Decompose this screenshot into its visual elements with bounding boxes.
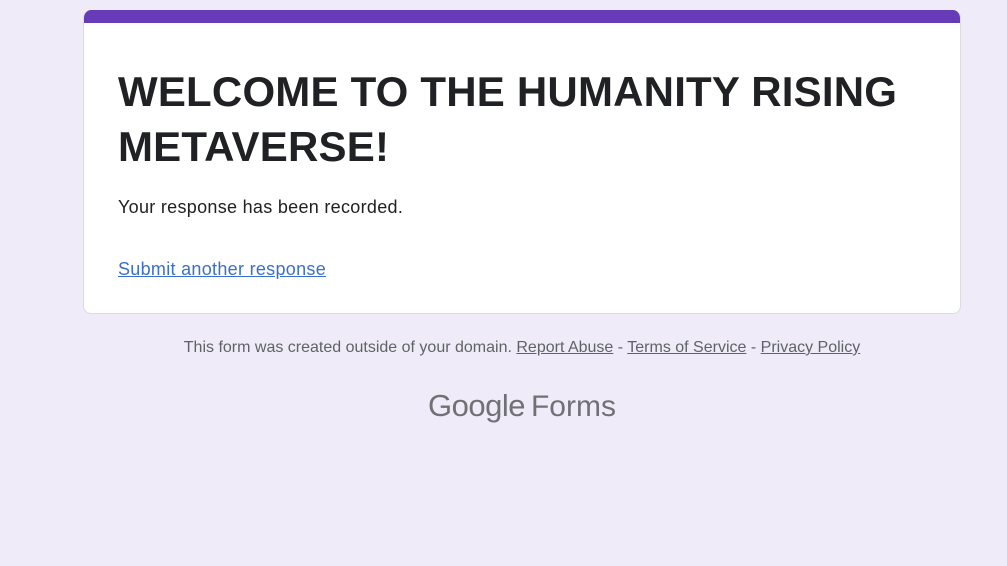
forms-wordmark: Forms — [530, 390, 616, 423]
confirmation-card: WELCOME TO THE HUMANITY RISING METAVERSE… — [83, 10, 961, 314]
footer-separator: - — [750, 339, 757, 356]
terms-of-service-link[interactable]: Terms of Service — [627, 339, 746, 356]
footer-separator: - — [617, 339, 624, 356]
domain-notice: This form was created outside of your do… — [183, 339, 512, 356]
report-abuse-link[interactable]: Report Abuse — [516, 339, 613, 356]
google-forms-logo[interactable]: Google Forms — [83, 386, 961, 427]
form-footer: This form was created outside of your do… — [83, 337, 961, 359]
confirmation-message: Your response has been recorded. — [118, 197, 404, 217]
form-title: WELCOME TO THE HUMANITY RISING METAVERSE… — [118, 68, 898, 170]
privacy-policy-link[interactable]: Privacy Policy — [761, 339, 861, 356]
card-accent-bar — [84, 10, 960, 23]
google-wordmark: Google — [428, 388, 525, 423]
submit-another-response-link[interactable]: Submit another response — [118, 257, 326, 281]
